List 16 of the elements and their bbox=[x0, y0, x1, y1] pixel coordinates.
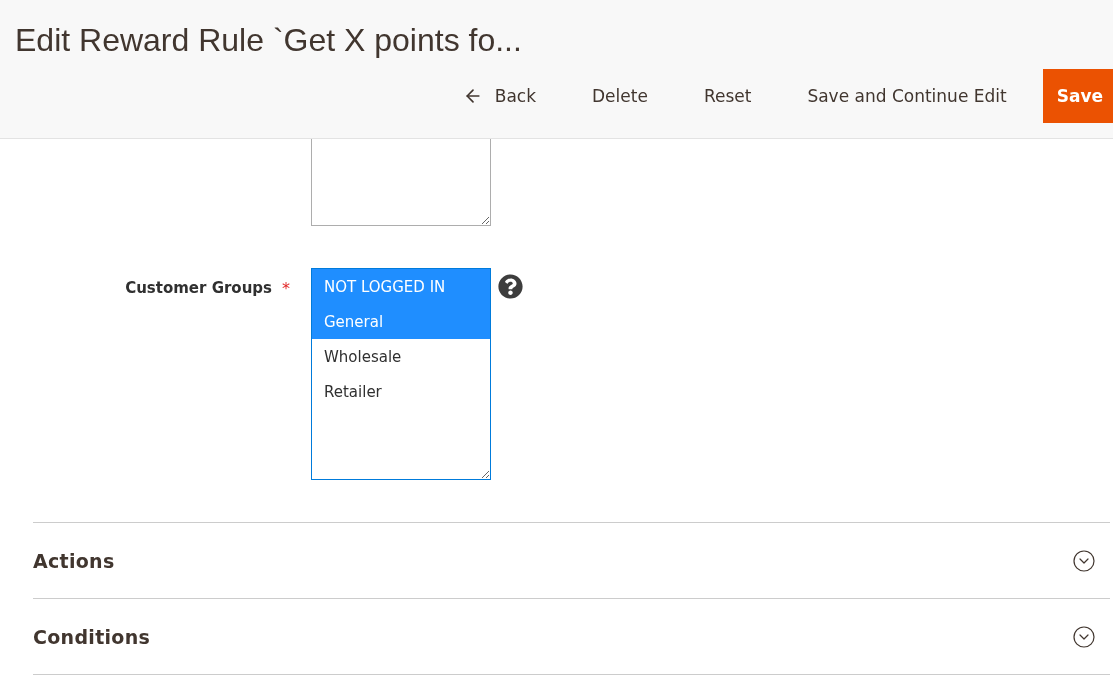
collapsible-section[interactable]: Conditions bbox=[33, 599, 1110, 675]
section-title: Conditions bbox=[33, 625, 151, 648]
chevron-circle-icon bbox=[1072, 548, 1096, 573]
save-button[interactable]: Save bbox=[1042, 69, 1113, 123]
required-mark: * bbox=[282, 279, 290, 298]
action-button[interactable]: Delete bbox=[564, 74, 676, 118]
field-label: Customer Groups bbox=[125, 279, 272, 298]
multiselect-list[interactable]: NOT LOGGED IN General Wholesale Retailer bbox=[311, 268, 491, 480]
back-button[interactable]: Back bbox=[434, 74, 564, 118]
collapsible-section[interactable]: Actions bbox=[33, 523, 1110, 599]
section-title: Actions bbox=[33, 549, 115, 572]
action-button[interactable]: Save and Continue Edit bbox=[779, 74, 1035, 118]
help-icon[interactable] bbox=[498, 274, 523, 299]
chevron-circle-icon bbox=[1072, 624, 1096, 649]
action-button[interactable]: Reset bbox=[675, 74, 780, 118]
page-title: Edit Reward Rule `Get X points fo... bbox=[15, 22, 523, 59]
